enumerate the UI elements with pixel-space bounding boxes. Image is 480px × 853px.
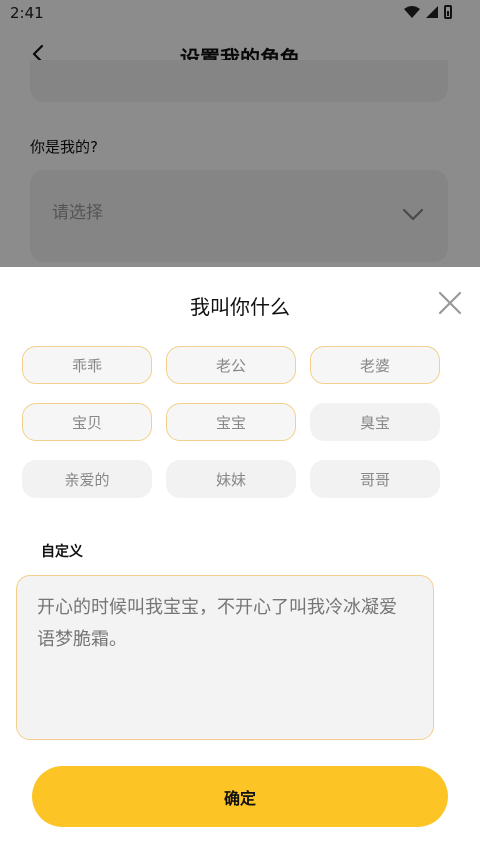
close-icon bbox=[438, 291, 462, 315]
nickname-chip[interactable]: 妹妹 bbox=[166, 460, 296, 498]
nickname-chip[interactable]: 老公 bbox=[166, 346, 296, 384]
nickname-chip[interactable]: 臭宝 bbox=[310, 403, 440, 441]
nickname-chip-grid: 乖乖 老公 老婆 宝贝 宝宝 臭宝 亲爱的 妹妹 哥哥 bbox=[22, 346, 440, 498]
close-button[interactable] bbox=[436, 289, 464, 317]
nickname-sheet: 我叫你什么 乖乖 老公 老婆 宝贝 宝宝 臭宝 亲爱的 妹妹 哥哥 自定义 确定 bbox=[0, 267, 480, 853]
sheet-title: 我叫你什么 bbox=[190, 295, 290, 319]
nickname-chip[interactable]: 乖乖 bbox=[22, 346, 152, 384]
custom-nickname-input[interactable] bbox=[16, 575, 434, 740]
nickname-chip[interactable]: 宝宝 bbox=[166, 403, 296, 441]
nickname-chip[interactable]: 老婆 bbox=[310, 346, 440, 384]
nickname-chip[interactable]: 哥哥 bbox=[310, 460, 440, 498]
nickname-chip[interactable]: 亲爱的 bbox=[22, 460, 152, 498]
custom-label: 自定义 bbox=[41, 544, 83, 560]
confirm-button[interactable]: 确定 bbox=[32, 766, 448, 827]
nickname-chip[interactable]: 宝贝 bbox=[22, 403, 152, 441]
